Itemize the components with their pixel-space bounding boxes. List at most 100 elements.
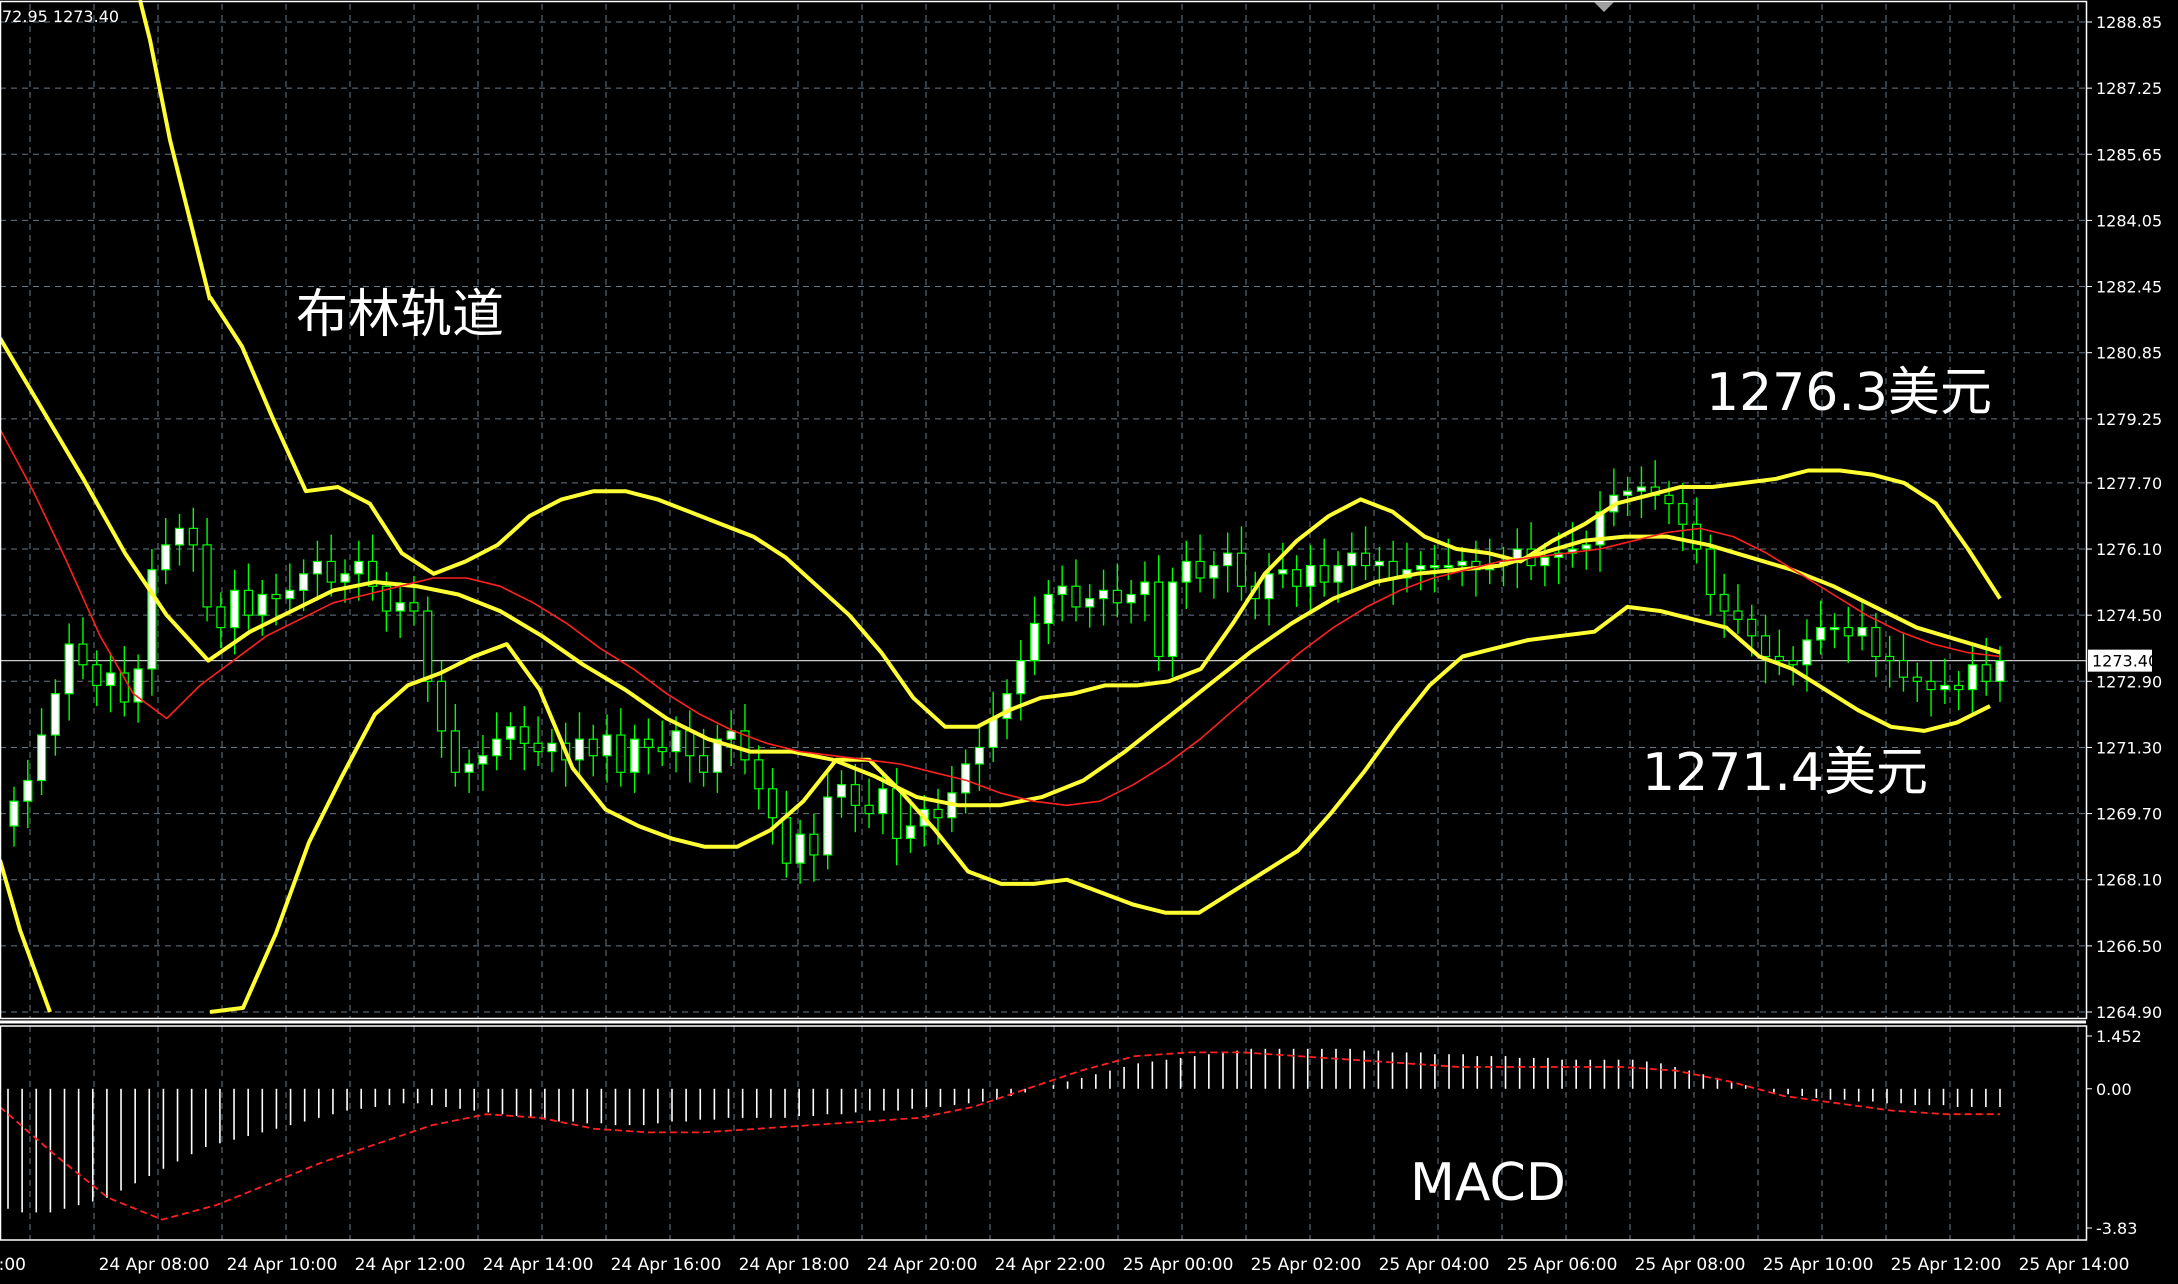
bearish-candle bbox=[436, 680, 447, 732]
bullish-candle bbox=[105, 672, 116, 687]
bullish-candle bbox=[1305, 564, 1316, 587]
bullish-candle bbox=[1540, 556, 1550, 567]
bearish-candle bbox=[1705, 548, 1715, 596]
price-tick-label: 1277.70 bbox=[2096, 474, 2162, 493]
bearish-candle bbox=[423, 610, 433, 682]
bullish-candle bbox=[1636, 486, 1647, 492]
bearish-candle bbox=[519, 726, 529, 744]
price-tick-label: 1282.45 bbox=[2096, 278, 2162, 297]
bearish-candle bbox=[1236, 552, 1247, 587]
bearish-candle bbox=[850, 784, 860, 806]
time-label: 25 Apr 10:00 bbox=[1763, 1255, 1874, 1275]
price-tick-label: 1285.65 bbox=[2096, 145, 2162, 164]
price-tick-label: 1287.25 bbox=[2096, 79, 2162, 98]
time-label: 25 Apr 12:00 bbox=[1891, 1255, 2002, 1275]
bearish-candle bbox=[1926, 680, 1936, 691]
bullish-candle bbox=[1457, 560, 1467, 567]
bearish-candle bbox=[1774, 655, 1784, 662]
bearish-candle bbox=[809, 833, 819, 856]
bullish-candle bbox=[340, 573, 350, 583]
time-label: 24 Apr 12:00 bbox=[355, 1255, 466, 1275]
bullish-candle bbox=[299, 573, 309, 591]
bearish-candle bbox=[767, 788, 778, 819]
bullish-candle bbox=[878, 788, 888, 815]
bullish-candle bbox=[1181, 560, 1191, 583]
bullish-candle bbox=[1429, 564, 1440, 569]
price-tick-label: 1276.10 bbox=[2096, 540, 2162, 559]
time-label: 24 Apr 22:00 bbox=[995, 1255, 1106, 1275]
bullish-candle bbox=[1967, 664, 1978, 691]
price-tick-label: 1268.10 bbox=[2096, 871, 2162, 890]
bullish-candle bbox=[630, 738, 640, 773]
bullish-candle bbox=[1085, 598, 1095, 608]
price-tick-label: 1288.85 bbox=[2096, 13, 2162, 32]
time-label: 25 Apr 06:00 bbox=[1507, 1255, 1618, 1275]
bearish-candle bbox=[243, 589, 254, 616]
bullish-candle bbox=[961, 763, 971, 794]
bearish-candle bbox=[202, 544, 212, 608]
bullish-candle bbox=[161, 544, 171, 571]
bollinger-title: 布林轨道 bbox=[296, 285, 504, 345]
bullish-candle bbox=[147, 569, 157, 670]
bullish-candle bbox=[312, 560, 323, 575]
price-tick-label: 1284.05 bbox=[2096, 211, 2162, 230]
bullish-candle bbox=[1857, 626, 1867, 637]
time-label: 25 Apr 00:00 bbox=[1123, 1255, 1234, 1275]
bearish-candle bbox=[1719, 593, 1729, 612]
price-chart[interactable]: 72.95 1273.40 1288.85 1287.25 1285.65 1284.… bbox=[0, 0, 2178, 1284]
time-label: 25 Apr 14:00 bbox=[2019, 1255, 2130, 1275]
bullish-candle bbox=[1816, 626, 1826, 641]
time-label: 24 Apr 14:00 bbox=[483, 1255, 594, 1275]
bullish-candle bbox=[492, 738, 502, 757]
bearish-candle bbox=[1788, 660, 1798, 666]
time-label: 25 Apr 02:00 bbox=[1251, 1255, 1362, 1275]
time-label: 24 Apr 20:00 bbox=[867, 1255, 978, 1275]
bearish-candle bbox=[1954, 684, 1964, 691]
bullish-candle bbox=[1029, 622, 1040, 662]
bearish-candle bbox=[781, 817, 791, 864]
time-label: 24 Apr 16:00 bbox=[611, 1255, 722, 1275]
time-label: 24 Apr 08:00 bbox=[99, 1255, 210, 1275]
price-tick-label: 1269.70 bbox=[2096, 805, 2162, 824]
bearish-candle bbox=[1195, 560, 1205, 579]
bearish-candle bbox=[1678, 502, 1688, 525]
bullish-candle bbox=[50, 693, 60, 736]
bullish-candle bbox=[823, 796, 833, 856]
bearish-candle bbox=[1292, 569, 1302, 587]
bullish-candle bbox=[1581, 544, 1591, 550]
bearish-candle bbox=[1360, 552, 1371, 567]
bearish-candle bbox=[1664, 494, 1674, 505]
bullish-candle bbox=[988, 717, 998, 749]
bullish-candle bbox=[1374, 560, 1384, 567]
bullish-candle bbox=[354, 560, 364, 575]
bullish-candle bbox=[1623, 490, 1633, 496]
bearish-candle bbox=[92, 664, 102, 687]
macd-title: MACD bbox=[1410, 1153, 1566, 1213]
bearish-candle bbox=[864, 804, 874, 815]
bullish-candle bbox=[671, 730, 681, 753]
bullish-candle bbox=[1443, 564, 1453, 569]
bullish-candle bbox=[230, 589, 240, 629]
macd-tick-label: -3.83 bbox=[2096, 1219, 2137, 1238]
price-tick-label: 1266.50 bbox=[2096, 937, 2162, 956]
bullish-candle bbox=[1278, 569, 1288, 575]
bullish-candle bbox=[726, 730, 736, 740]
price-tick-label: 1271.30 bbox=[2096, 738, 2162, 757]
bearish-candle bbox=[1898, 660, 1909, 678]
price-tick-label: 1279.25 bbox=[2096, 410, 2162, 429]
chart-background bbox=[0, 0, 2178, 1284]
bearish-candle bbox=[271, 593, 281, 600]
bearish-candle bbox=[78, 643, 88, 666]
time-label: 24 Apr 06:00 bbox=[0, 1255, 26, 1275]
bearish-candle bbox=[1981, 664, 1991, 682]
price-tick-label: 1264.90 bbox=[2096, 1003, 2162, 1022]
price-tick-label: 1280.85 bbox=[2096, 344, 2162, 363]
bullish-candle bbox=[1829, 626, 1840, 631]
bullish-candle bbox=[505, 726, 516, 740]
current-price-label: 1273.40 bbox=[2092, 652, 2158, 671]
bearish-candle bbox=[933, 808, 943, 819]
bullish-candle bbox=[795, 833, 805, 864]
time-label: 24 Apr 18:00 bbox=[739, 1255, 850, 1275]
bearish-candle bbox=[643, 738, 654, 749]
bullish-candle bbox=[1043, 593, 1053, 625]
